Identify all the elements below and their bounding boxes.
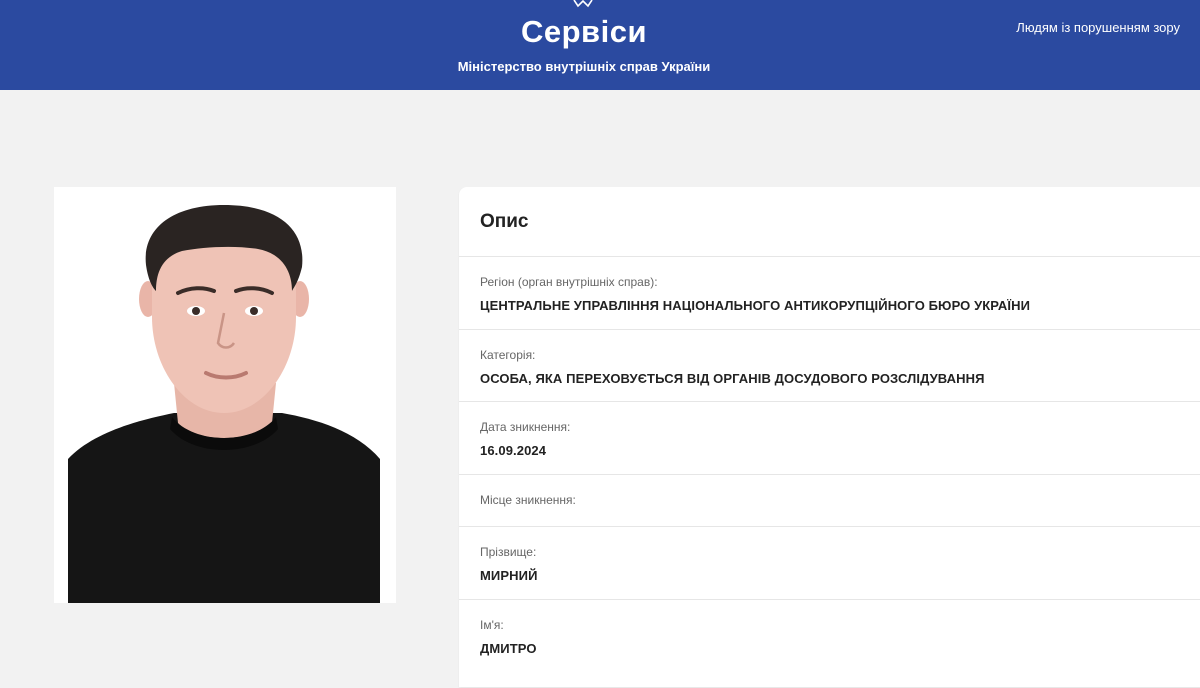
accessibility-link[interactable]: Людям із порушенням зору — [1016, 20, 1180, 35]
logo-icon[interactable] — [572, 0, 594, 8]
site-header: Сервіси Міністерство внутрішніх справ Ук… — [0, 0, 1200, 90]
field-label: Дата зникнення: — [480, 420, 571, 434]
field-value: ЦЕНТРАЛЬНЕ УПРАВЛІННЯ НАЦІОНАЛЬНОГО АНТИ… — [480, 298, 1031, 313]
field-value: 16.09.2024 — [480, 443, 547, 458]
field-label: Місце зникнення: — [480, 493, 576, 507]
field-label: Регіон (орган внутрішніх справ): — [480, 275, 658, 289]
field-value: ДМИТРО — [480, 641, 537, 656]
field-label: Ім'я: — [480, 618, 504, 632]
field-label: Категорія: — [480, 348, 536, 362]
field-value: ОСОБА, ЯКА ПЕРЕХОВУЄТЬСЯ ВІД ОРГАНІВ ДОС… — [480, 371, 985, 386]
field-disappearance-date: Дата зникнення: 16.09.2024 — [459, 401, 1200, 475]
card-title: Опис — [480, 211, 529, 232]
person-photo-illustration — [54, 187, 396, 603]
person-photo — [54, 187, 396, 603]
field-label: Прізвище: — [480, 545, 537, 559]
site-title[interactable]: Сервіси — [0, 14, 1168, 50]
site-subtitle: Міністерство внутрішніх справ України — [457, 59, 711, 74]
field-value: МИРНИЙ — [480, 568, 538, 583]
description-card: Опис Регіон (орган внутрішніх справ): ЦЕ… — [459, 187, 1200, 687]
field-category: Категорія: ОСОБА, ЯКА ПЕРЕХОВУЄТЬСЯ ВІД … — [459, 329, 1200, 402]
field-first-name: Ім'я: ДМИТРО — [459, 599, 1200, 688]
field-surname: Прізвище: МИРНИЙ — [459, 526, 1200, 600]
field-disappearance-place: Місце зникнення: — [459, 474, 1200, 527]
field-region: Регіон (орган внутрішніх справ): ЦЕНТРАЛ… — [459, 256, 1200, 330]
